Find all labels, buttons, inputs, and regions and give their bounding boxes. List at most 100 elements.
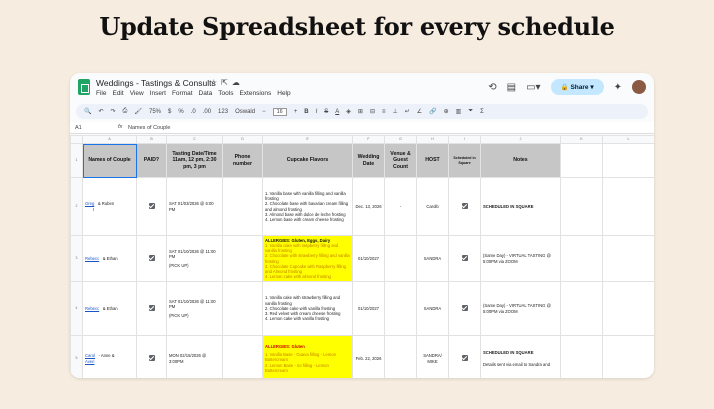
menu-edit[interactable]: Edit bbox=[112, 90, 123, 97]
increase-decimal-button[interactable]: .00 bbox=[203, 109, 211, 115]
cell-phone[interactable] bbox=[222, 235, 263, 282]
paid-checkbox[interactable] bbox=[148, 304, 155, 311]
col-c-header[interactable]: C bbox=[166, 135, 223, 144]
search-icon[interactable]: 🔍 bbox=[84, 108, 91, 115]
fill-color-icon[interactable]: ◈ bbox=[346, 108, 351, 115]
couple-name-link[interactable]: Carol bbox=[85, 353, 95, 358]
row-number[interactable]: 2 bbox=[70, 177, 83, 236]
cloud-icon[interactable]: ☁ bbox=[232, 78, 244, 87]
cell-flavors[interactable]: 1. Vanilla cake with strawberry filling … bbox=[262, 281, 353, 336]
col-a-header[interactable]: A bbox=[82, 135, 137, 144]
header-flavors[interactable]: Cupcake Flavors bbox=[262, 143, 353, 178]
col-f-header[interactable]: F bbox=[352, 135, 385, 144]
cell-empty[interactable] bbox=[560, 235, 603, 282]
cell-paid[interactable] bbox=[136, 335, 167, 378]
header-notes[interactable]: Notes bbox=[480, 143, 561, 178]
cell-scheduled[interactable] bbox=[448, 177, 481, 236]
cell-flavors[interactable]: ALLERGIES: Gluten 1. Vanilla Base - Guav… bbox=[262, 335, 353, 378]
cell-names[interactable]: Greg & Ruben I bbox=[82, 177, 137, 236]
header-phone[interactable]: Phone number bbox=[222, 143, 263, 178]
row-number[interactable]: 4 bbox=[70, 281, 83, 336]
cell-paid[interactable] bbox=[136, 177, 167, 236]
menu-view[interactable]: View bbox=[130, 90, 144, 97]
font-size-decrease-icon[interactable]: − bbox=[262, 109, 266, 115]
cell-notes[interactable]: (Same Day) - VIRTUAL TASTING @ 5:00PM vi… bbox=[480, 281, 561, 336]
gemini-icon[interactable]: ✦ bbox=[614, 82, 622, 93]
scheduled-checkbox[interactable] bbox=[461, 254, 468, 261]
menu-help[interactable]: Help bbox=[277, 90, 290, 97]
cell-wedding-date[interactable]: Dec. 13, 2026 bbox=[352, 177, 385, 236]
borders-icon[interactable]: ⊞ bbox=[358, 108, 363, 115]
sheets-logo-icon[interactable] bbox=[78, 79, 90, 95]
col-l-header[interactable]: L bbox=[602, 135, 654, 144]
comment-icon[interactable]: ▤ bbox=[507, 82, 516, 93]
cell-notes[interactable]: (Same Day) - VIRTUAL TASTING @ 5:00PM vi… bbox=[480, 235, 561, 282]
currency-button[interactable]: $ bbox=[168, 109, 171, 115]
comment-add-icon[interactable]: ⊕ bbox=[444, 108, 449, 115]
cell-date[interactable]: SAT 01/10/2026 @ 11:00 PM (PICK UP) bbox=[166, 235, 223, 282]
menu-tools[interactable]: Tools bbox=[218, 90, 233, 97]
couple-name-link[interactable]: Greg bbox=[85, 201, 94, 206]
menu-data[interactable]: Data bbox=[199, 90, 213, 97]
cell-date[interactable]: SAT 01/10/2026 @ 11:00 PM (PICK UP) bbox=[166, 281, 223, 336]
menu-file[interactable]: File bbox=[96, 90, 106, 97]
cell-phone[interactable] bbox=[222, 177, 263, 236]
number-format-button[interactable]: 123 bbox=[218, 109, 228, 115]
cell-empty[interactable] bbox=[602, 335, 654, 378]
cell-host[interactable]: SANDRA bbox=[416, 281, 449, 336]
share-button[interactable]: 🔒 Share ▾ bbox=[550, 79, 604, 95]
cell-date[interactable]: SAT 01/03/2026 @ 6:00 PM bbox=[166, 177, 223, 236]
cell-venue[interactable] bbox=[384, 281, 417, 336]
print-icon[interactable]: ⎙ bbox=[123, 108, 128, 115]
cell-date[interactable]: MON 02/15/2026 @ 3:00PM bbox=[166, 335, 223, 378]
wrap-icon[interactable]: ↵ bbox=[405, 108, 410, 115]
cell-host[interactable]: SANDRA/ MIKE bbox=[416, 335, 449, 378]
cell-empty[interactable] bbox=[560, 281, 603, 336]
header-names[interactable]: Names of Couple bbox=[82, 143, 137, 178]
text-color-icon[interactable]: A bbox=[335, 109, 339, 115]
cell-scheduled[interactable] bbox=[448, 281, 481, 336]
header-wedding-date[interactable]: Wedding Date bbox=[352, 143, 385, 178]
col-i-header[interactable]: I bbox=[448, 135, 481, 144]
align-icon[interactable]: ≡ bbox=[382, 109, 386, 115]
cell-venue[interactable]: - bbox=[384, 177, 417, 236]
cell-phone[interactable] bbox=[222, 281, 263, 336]
header-scheduled[interactable]: Scheduled in Square bbox=[448, 143, 481, 178]
font-size-increase-icon[interactable]: + bbox=[294, 109, 298, 115]
cell-wedding-date[interactable]: 01/10/2027 bbox=[352, 281, 385, 336]
cell-host[interactable]: Carolb bbox=[416, 177, 449, 236]
paint-format-icon[interactable]: 🖌 bbox=[134, 108, 142, 115]
undo-icon[interactable]: ↶ bbox=[98, 108, 103, 115]
zoom-select[interactable]: 75% bbox=[149, 109, 161, 115]
row-number[interactable]: 3 bbox=[70, 235, 83, 282]
document-title[interactable]: Weddings - Tastings & Consults bbox=[96, 78, 216, 88]
rotate-icon[interactable]: ∠ bbox=[417, 108, 422, 115]
menu-format[interactable]: Format bbox=[172, 90, 193, 97]
couple-name-link[interactable]: Rebecc bbox=[85, 306, 99, 311]
cell-empty[interactable] bbox=[560, 177, 603, 236]
chart-icon[interactable]: ▥ bbox=[456, 108, 462, 115]
col-b-header[interactable]: B bbox=[136, 135, 167, 144]
move-icon[interactable]: ⇱ bbox=[221, 78, 232, 87]
cell-phone[interactable] bbox=[222, 335, 263, 378]
cell-empty[interactable] bbox=[602, 281, 654, 336]
sigma-icon[interactable]: Σ bbox=[480, 109, 484, 115]
cell-paid[interactable] bbox=[136, 281, 167, 336]
header-empty-l[interactable] bbox=[560, 143, 603, 178]
col-d-header[interactable]: D bbox=[222, 135, 263, 144]
cell-notes[interactable]: SCHEDULED IN SQUARE Details sent via emai… bbox=[480, 335, 561, 378]
col-j-header[interactable]: J bbox=[480, 135, 561, 144]
cell-venue[interactable] bbox=[384, 235, 417, 282]
cell-wedding-date[interactable]: 01/10/2027 bbox=[352, 235, 385, 282]
cell-names[interactable]: Carol - Anne & Averi bbox=[82, 335, 137, 378]
valign-icon[interactable]: ⊥ bbox=[392, 108, 397, 115]
couple-name-1b[interactable]: Averi bbox=[85, 359, 94, 364]
scheduled-checkbox[interactable] bbox=[461, 304, 468, 311]
cell-venue[interactable] bbox=[384, 335, 417, 378]
corner-cell[interactable] bbox=[70, 135, 83, 144]
cell-empty[interactable] bbox=[602, 177, 654, 236]
cell-notes[interactable]: SCHEDULED IN SQUARE bbox=[480, 177, 561, 236]
link-icon[interactable]: 🔗 bbox=[429, 108, 436, 115]
col-k-header[interactable]: K bbox=[560, 135, 603, 144]
col-g-header[interactable]: G bbox=[384, 135, 417, 144]
